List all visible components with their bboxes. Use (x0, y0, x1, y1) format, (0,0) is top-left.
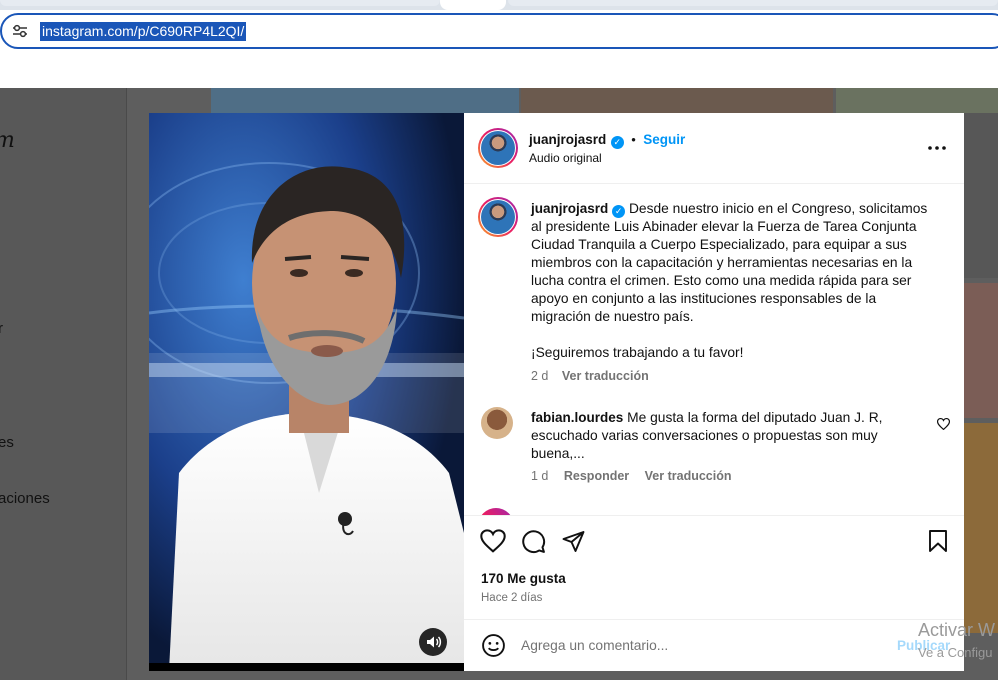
bookmark-icon[interactable] (927, 529, 949, 553)
comment-like-heart-icon[interactable] (936, 417, 951, 431)
caption-avatar[interactable] (478, 197, 518, 237)
likes-count[interactable]: 170 Me gusta (481, 571, 566, 586)
activation-watermark-title: Activar W (918, 620, 996, 640)
comment-meta: 1 d Responder Ver traducción (531, 469, 732, 483)
url-text[interactable]: instagram.com/p/C690RP4L2QI/ (40, 22, 247, 41)
tune-icon[interactable] (12, 24, 28, 38)
grid-tile[interactable] (964, 283, 998, 418)
volume-icon[interactable] (419, 628, 447, 656)
more-icon[interactable] (926, 138, 948, 158)
comment-item: fabian.lourdes Me gusta la forma del dip… (531, 409, 911, 463)
sidebar-item[interactable]: aciones (0, 490, 50, 507)
grid-tile[interactable] (836, 88, 998, 113)
emoji-icon[interactable] (481, 633, 506, 658)
comment-age: 1 d (531, 469, 549, 483)
grid-tile[interactable] (521, 88, 833, 113)
post-video[interactable] (149, 113, 464, 671)
post-header: juanjrojasrd ✓ • Seguir (529, 131, 685, 149)
comment-username[interactable]: fabian.lourdes (531, 410, 623, 425)
audio-label[interactable]: Audio original (529, 151, 602, 165)
verified-icon: ✓ (612, 205, 626, 218)
separator: • (631, 132, 636, 147)
caption-text: Desde nuestro inicio en el Congreso, sol… (531, 201, 928, 324)
post-caption: juanjrojasrd ✓ Desde nuestro inicio en e… (531, 200, 931, 362)
grid-tile[interactable] (964, 113, 998, 278)
grid-tile[interactable] (964, 423, 998, 633)
translate-link[interactable]: Ver traducción (562, 369, 649, 383)
tab-active[interactable] (440, 0, 506, 10)
app-logo[interactable]: m (0, 128, 15, 153)
header-divider (464, 183, 964, 184)
heart-icon[interactable] (480, 529, 506, 553)
sidebar-item[interactable]: r (0, 320, 3, 337)
reply-link[interactable]: Responder (564, 469, 629, 483)
posted-ago[interactable]: Hace 2 días (481, 592, 542, 604)
commenter-avatar[interactable] (481, 407, 513, 439)
sidebar: m r es aciones (0, 88, 127, 680)
address-bar[interactable]: instagram.com/p/C690RP4L2QI/ (0, 13, 998, 49)
comment-translate-link[interactable]: Ver traducción (645, 469, 732, 483)
comments-divider (464, 515, 964, 516)
share-icon[interactable] (561, 529, 586, 553)
sidebar-item[interactable]: es (0, 434, 14, 451)
tab-right[interactable] (508, 0, 998, 6)
comment-icon[interactable] (521, 529, 546, 554)
video-frame (149, 113, 464, 671)
caption-username[interactable]: juanjrojasrd (531, 201, 608, 216)
tab-left[interactable] (0, 0, 440, 6)
author-username[interactable]: juanjrojasrd (529, 132, 606, 147)
grid-tile[interactable] (211, 88, 519, 113)
post-panel (464, 113, 964, 671)
caption-closing: ¡Seguiremos trabajando a tu favor! (531, 345, 744, 360)
author-avatar[interactable] (478, 128, 518, 168)
comment-input[interactable]: Agrega un comentario... (521, 638, 668, 653)
caption-age: 2 d (531, 369, 549, 383)
activation-watermark-subtitle: Ve a Configu (918, 645, 993, 660)
follow-button[interactable]: Seguir (643, 132, 685, 147)
caption-meta: 2 d Ver traducción (531, 369, 649, 383)
verified-icon: ✓ (610, 136, 624, 149)
footer-divider (464, 619, 964, 620)
